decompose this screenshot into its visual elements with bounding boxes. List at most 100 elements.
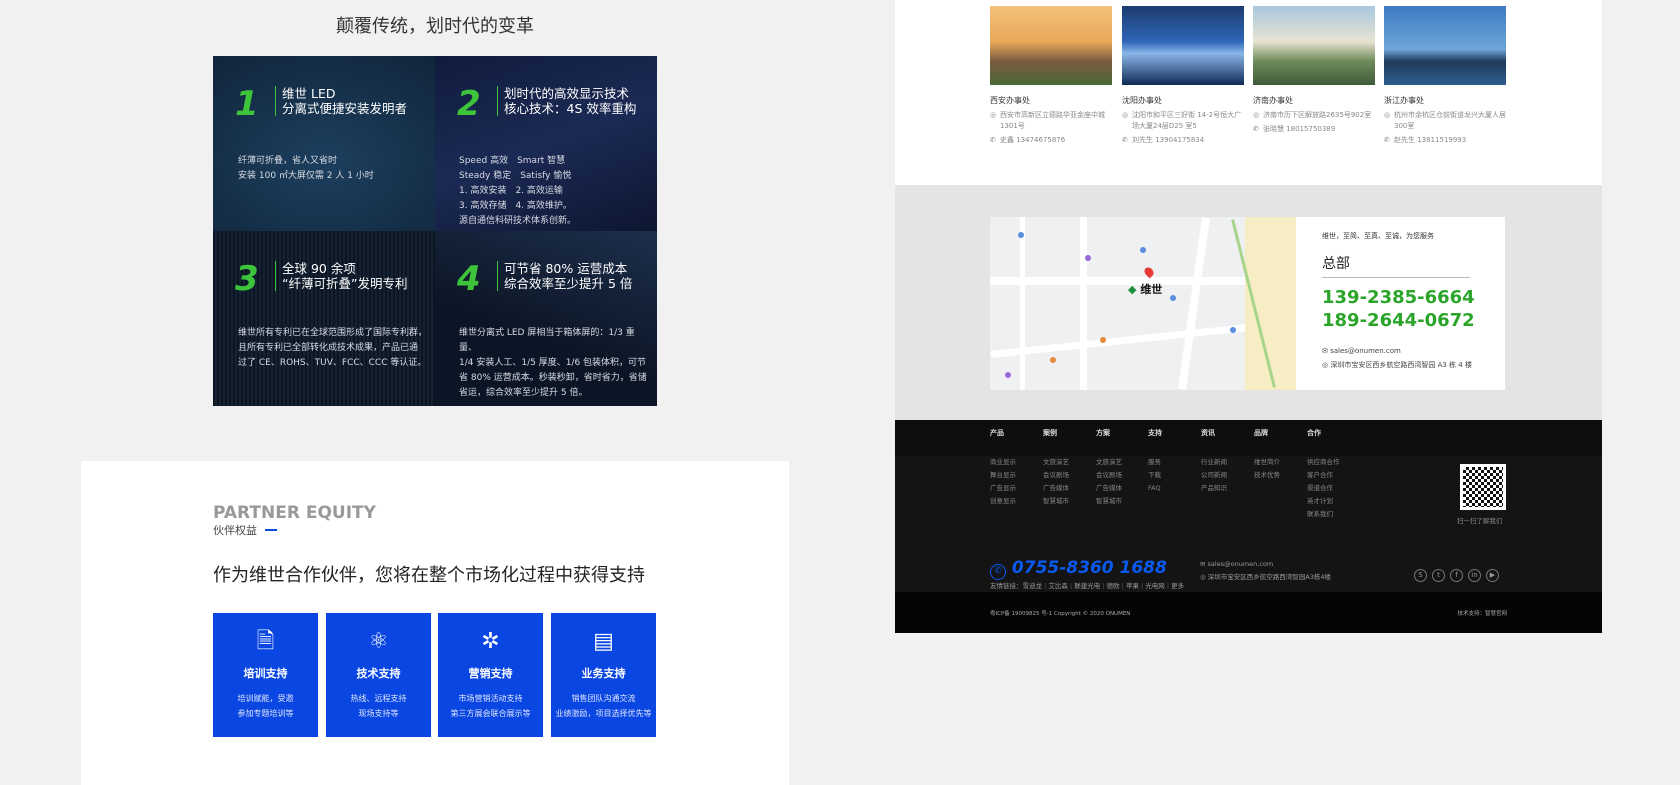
footer-link[interactable]: 客户合作: [1307, 469, 1340, 482]
linkedin-icon[interactable]: in: [1468, 569, 1481, 582]
footer-link[interactable]: 广告媒体: [1043, 482, 1069, 495]
friend-link[interactable]: 光电网: [1145, 582, 1165, 590]
friend-link[interactable]: 苹果: [1126, 582, 1139, 590]
footer-link[interactable]: 渠道合作: [1307, 482, 1340, 495]
hotline[interactable]: ✆ 0755-8360 1688: [990, 558, 1167, 580]
office-photo: [1384, 6, 1506, 85]
footer-column-heading[interactable]: 方案: [1096, 420, 1122, 456]
feature-block: 3 全球 90 余项 “纤薄可折叠”发明专利 维世所有专利已在全球范围形成了国际专利…: [213, 231, 435, 406]
phone-icon: ✆: [1253, 125, 1259, 133]
footer-link[interactable]: 会议剧场: [1096, 469, 1122, 482]
footer-link[interactable]: 创意显示: [990, 495, 1016, 508]
hq-title: 总部: [1322, 253, 1470, 278]
footer-link[interactable]: 广告媒体: [1096, 482, 1122, 495]
facebook-icon[interactable]: f: [1450, 569, 1463, 582]
footer-column-heading[interactable]: 合作: [1307, 420, 1340, 456]
feature-description: 维世所有专利已在全球范围形成了国际专利群， 且所有专利已全部转化成技术成果，产品已…: [238, 328, 428, 368]
office-phone: 赵先生 13811519993: [1394, 136, 1467, 144]
friend-link[interactable]: 更多: [1171, 582, 1184, 590]
hq-slogan: 维世，至简、至真、至诚，为您服务: [1322, 232, 1434, 240]
qr-caption: 扫一扫了解我们: [1457, 517, 1503, 525]
feature-description: Speed 高效 Smart 智慧 Steady 稳定 Satisfy 愉悦 1. …: [459, 156, 577, 226]
friend-link[interactable]: 雪迪龙: [1023, 582, 1043, 590]
footer-column: 合作 供应商合作 客户合作 渠道合作 英才计划 联系我们: [1307, 420, 1340, 521]
footer-link[interactable]: 智慧城市: [1043, 495, 1069, 508]
twitter-icon[interactable]: t: [1432, 569, 1445, 582]
support-card[interactable]: ✲ 营销支持 市场营销活动支持 第三方展会联合展示等: [438, 613, 543, 737]
office-name: 沈阳办事处: [1122, 96, 1162, 105]
card-description: 销售团队沟通交流 业绩激励，项目选择优先等: [555, 694, 652, 718]
phone-icon: ✆: [1384, 136, 1390, 144]
partner-title-en: PARTNER EQUITY: [213, 503, 376, 523]
location-icon: ◎: [1253, 111, 1260, 119]
footer-link[interactable]: 技术优势: [1254, 469, 1280, 482]
hq-phone-2[interactable]: 189-2644-0672: [1322, 310, 1502, 331]
card-title: 业务支持: [581, 667, 626, 680]
footer-column-heading[interactable]: 案例: [1043, 420, 1069, 456]
footer-link[interactable]: 会议剧场: [1043, 469, 1069, 482]
footer-link[interactable]: 联系我们: [1307, 508, 1340, 521]
hq-address: 深圳市宝安区西乡航空路西湾智园 A3 栋 4 楼: [1330, 361, 1472, 369]
separator: |: [1141, 582, 1144, 590]
separator: |: [1044, 582, 1047, 590]
office-photo: [1122, 6, 1244, 85]
footer: 产品 商业显示 舞台显示 广告显示 创意显示 案例 文旅演艺 会议剧场 广告媒体 智慧城市 方案 文旅…: [895, 420, 1602, 633]
links-label: 友情链接：: [990, 582, 1023, 590]
training-certificate-icon: 🗎: [256, 629, 275, 654]
feature-description: 维世分离式 LED 屏相当于箱体屏的：1/3 重量、 1/4 安装人工、1/5 厚…: [459, 328, 647, 398]
partner-section: [81, 461, 789, 785]
footer-link[interactable]: 服务: [1148, 456, 1162, 469]
footer-column-heading[interactable]: 品牌: [1254, 420, 1280, 456]
hq-card: ◆ 维世 维世，至简、至真、至诚，为您服务 总部 139-2385-6664 1…: [990, 217, 1505, 390]
feature-number: 2: [457, 84, 481, 124]
map[interactable]: ◆ 维世: [990, 217, 1296, 390]
support-card[interactable]: ⚛ 技术支持 热线、远程支持 现场支持等: [326, 613, 431, 737]
footer-link[interactable]: 下载: [1148, 469, 1162, 482]
footer-link[interactable]: 文旅演艺: [1043, 456, 1069, 469]
card-title: 培训支持: [243, 667, 288, 680]
map-logo: ◆ 维世: [1128, 283, 1163, 296]
youtube-icon[interactable]: ▶: [1486, 569, 1499, 582]
email-icon: ✉: [1200, 560, 1206, 568]
footer-link[interactable]: 舞台显示: [990, 469, 1016, 482]
footer-link[interactable]: 供应商合作: [1307, 456, 1340, 469]
qr-code: [1460, 464, 1506, 510]
office-address: 杭州市余杭区仓前街道龙兴大厦人居300室: [1394, 111, 1506, 130]
card-description: 市场营销活动支持 第三方展会联合展示等: [450, 694, 531, 718]
footer-column-heading[interactable]: 支持: [1148, 420, 1162, 456]
phone-icon: ✆: [990, 136, 996, 144]
friend-link[interactable]: 联建光电: [1074, 582, 1100, 590]
support-card[interactable]: 🗎 培训支持 培训赋能，受邀 参加专题培训等: [213, 613, 318, 737]
separator: |: [1121, 582, 1124, 590]
footer-link[interactable]: 商业显示: [990, 456, 1016, 469]
footer-link[interactable]: 维世简介: [1254, 456, 1280, 469]
friend-link[interactable]: 德欧: [1107, 582, 1120, 590]
footer-column-heading[interactable]: 资讯: [1201, 420, 1227, 456]
tech-support[interactable]: 技术支持：智慧官网: [1457, 609, 1507, 617]
section-title: 颠覆传统，划时代的变革: [336, 16, 534, 37]
footer-link[interactable]: 智慧城市: [1096, 495, 1122, 508]
friend-link[interactable]: 艾比森: [1048, 582, 1068, 590]
separator: |: [1102, 582, 1105, 590]
footer-column-heading[interactable]: 产品: [990, 420, 1016, 456]
feature-block: 4 可节省 80% 运营成本 综合效率至少提升 5 倍维世分离式 LED 屏相当于…: [435, 231, 657, 406]
footer-link[interactable]: 英才计划: [1307, 495, 1340, 508]
phone-icon: ✆: [1122, 136, 1128, 144]
footer-link[interactable]: 产品知识: [1201, 482, 1227, 495]
footer-address: 深圳市宝安区西乡航空路西湾智园A3栋4楼: [1207, 573, 1331, 581]
office-address: 西安市高新区立德路华亚金座中城 1301号: [1000, 111, 1105, 130]
footer-link[interactable]: 公司新闻: [1201, 469, 1227, 482]
hq-email[interactable]: sales@onumen.com: [1330, 347, 1401, 355]
feature-number: 4: [457, 259, 481, 299]
footer-link[interactable]: 行业新闻: [1201, 456, 1227, 469]
hq-phone-1[interactable]: 139-2385-6664: [1322, 287, 1502, 308]
support-card[interactable]: ▤ 业务支持 销售团队沟通交流 业绩激励，项目选择优先等: [551, 613, 656, 737]
network-icon: ✲: [481, 629, 500, 654]
footer-link[interactable]: 文旅演艺: [1096, 456, 1122, 469]
skype-icon[interactable]: S: [1414, 569, 1427, 582]
office-photo: [1253, 6, 1375, 85]
footer-email[interactable]: sales@onumen.com: [1208, 560, 1274, 568]
feature-heading: 维世 LED 分离式便捷安装发明者: [275, 86, 407, 116]
footer-link[interactable]: FAQ: [1148, 482, 1162, 495]
footer-link[interactable]: 广告显示: [990, 482, 1016, 495]
